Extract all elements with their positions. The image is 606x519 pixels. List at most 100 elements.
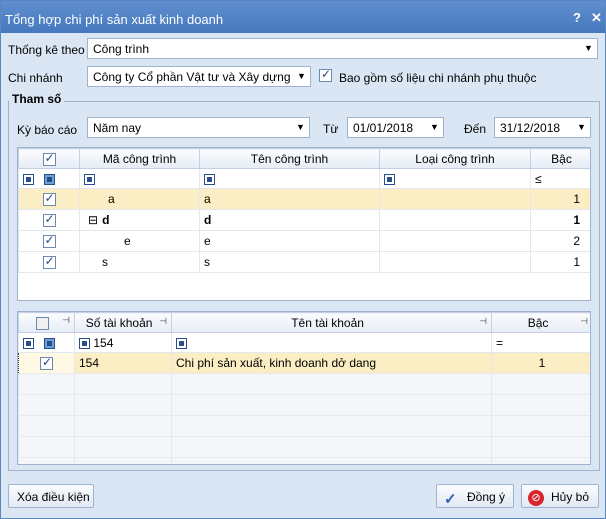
- account-filter-value[interactable]: 154: [93, 336, 113, 350]
- account-grid[interactable]: ⊣ Số tài khoản ⊣ Tên tài khoản ⊣ Bậc ⊣ 154 …: [17, 311, 591, 465]
- period-select[interactable]: Năm nay ▼: [87, 117, 310, 138]
- table-row[interactable]: e e 2: [18, 230, 590, 252]
- filter-icon[interactable]: [44, 337, 56, 349]
- col-account-level[interactable]: Bậc ⊣: [491, 312, 590, 333]
- level-filter-operator[interactable]: =: [496, 336, 503, 350]
- cancel-icon: ⊘: [528, 490, 544, 506]
- branch-label: Chi nhánh: [8, 71, 63, 85]
- filter-icon[interactable]: [384, 173, 395, 185]
- statistic-by-select[interactable]: Công trình ▼: [87, 38, 598, 59]
- row-checkbox[interactable]: [40, 355, 53, 371]
- empty-row: [18, 436, 590, 458]
- pin-icon[interactable]: ⊣: [62, 315, 70, 326]
- table-row[interactable]: s s 1: [18, 251, 590, 273]
- project-level: 1: [530, 209, 590, 231]
- filter-icon[interactable]: [176, 337, 187, 349]
- col-project-name[interactable]: Tên công trình: [199, 148, 380, 169]
- branch-select[interactable]: Công ty Cổ phần Vật tư và Xây dựng 36 ▼: [87, 66, 311, 87]
- statistic-by-label: Thống kê theo: [8, 43, 85, 57]
- project-type: [379, 209, 531, 231]
- help-icon[interactable]: ?: [573, 10, 581, 25]
- project-level: 1: [530, 188, 590, 210]
- report-dialog: Tổng hợp chi phí sản xuất kinh doanh ? ✕…: [0, 0, 606, 519]
- to-date-input[interactable]: 31/12/2018 ▼: [494, 117, 591, 138]
- from-date-input[interactable]: 01/01/2018 ▼: [347, 117, 444, 138]
- table-row[interactable]: ⊟ d d 1: [18, 209, 590, 231]
- project-name: a: [199, 188, 380, 210]
- col-level[interactable]: Bậc: [530, 148, 590, 169]
- dialog-title: Tổng hợp chi phí sản xuất kinh doanh: [5, 12, 224, 27]
- row-checkbox[interactable]: [42, 191, 56, 207]
- check-icon: ✓: [444, 491, 457, 508]
- empty-row: [18, 457, 590, 464]
- cancel-button[interactable]: ⊘ Hủy bỏ: [521, 484, 599, 508]
- project-code: a: [108, 192, 115, 206]
- row-checkbox[interactable]: [42, 254, 56, 270]
- project-code: e: [124, 234, 131, 248]
- period-value: Năm nay: [93, 121, 142, 135]
- project-type: [379, 251, 531, 273]
- project-type: [379, 230, 531, 252]
- pin-icon[interactable]: ⊣: [159, 316, 167, 327]
- empty-row: [18, 293, 590, 300]
- account-name: Chi phí sản xuất, kinh doanh dở dang: [171, 352, 492, 374]
- select-all-header[interactable]: [18, 148, 80, 169]
- filter-icon[interactable]: [84, 173, 95, 185]
- empty-row: [18, 415, 590, 437]
- filter-icon[interactable]: [23, 173, 34, 185]
- empty-row: [18, 394, 590, 416]
- filter-icon[interactable]: [204, 173, 215, 185]
- row-checkbox[interactable]: [42, 233, 56, 249]
- from-date-value: 01/01/2018: [353, 121, 414, 135]
- select-all-checkbox[interactable]: [42, 151, 56, 166]
- ok-button[interactable]: ✓ Đồng ý: [436, 484, 514, 508]
- close-icon[interactable]: ✕: [591, 10, 602, 26]
- chevron-down-icon[interactable]: ▼: [580, 39, 597, 58]
- col-account-number[interactable]: Số tài khoản ⊣: [74, 312, 172, 333]
- col-project-code[interactable]: Mã công trình: [79, 148, 200, 169]
- col-account-name[interactable]: Tên tài khoản ⊣: [171, 312, 492, 333]
- project-level: 1: [530, 251, 590, 273]
- pin-icon[interactable]: ⊣: [580, 316, 588, 327]
- params-group-title: Tham số: [9, 92, 65, 106]
- clear-conditions-button[interactable]: Xóa điều kiện: [8, 484, 94, 508]
- project-code: s: [102, 255, 108, 269]
- period-label: Kỳ báo cáo: [17, 123, 78, 137]
- chevron-down-icon[interactable]: ▼: [293, 67, 310, 86]
- table-row[interactable]: 154Chi phí sản xuất, kinh doanh dở dang1: [18, 352, 590, 374]
- empty-row: [18, 373, 590, 395]
- project-name: e: [199, 230, 380, 252]
- statistic-by-value: Công trình: [93, 42, 150, 56]
- filter-icon[interactable]: [23, 337, 34, 349]
- collapse-icon[interactable]: ⊟: [88, 213, 98, 227]
- project-type: [379, 188, 531, 210]
- calendar-dropdown-icon[interactable]: ▼: [573, 118, 590, 137]
- account-number: 154: [74, 352, 172, 374]
- empty-row: [18, 272, 590, 294]
- filter-row: 154 =: [18, 332, 590, 353]
- include-dependent-label: Bao gồm số liệu chi nhánh phụ thuộc: [339, 71, 537, 85]
- select-all-checkbox[interactable]: [36, 316, 50, 330]
- branch-value: Công ty Cổ phần Vật tư và Xây dựng 36: [93, 70, 308, 84]
- project-code: d: [102, 213, 110, 227]
- select-all-header[interactable]: ⊣: [18, 312, 75, 333]
- col-project-type[interactable]: Loại công trình: [379, 148, 531, 169]
- account-level: 1: [491, 352, 590, 374]
- level-filter-operator[interactable]: ≤: [535, 172, 542, 186]
- filter-icon[interactable]: [44, 173, 56, 185]
- from-label: Từ: [323, 122, 339, 136]
- project-name: d: [199, 209, 380, 231]
- pin-icon[interactable]: ⊣: [479, 316, 487, 327]
- filter-icon[interactable]: [79, 337, 90, 349]
- project-name: s: [199, 251, 380, 273]
- project-grid[interactable]: Mã công trình Tên công trình Loại công t…: [17, 147, 591, 301]
- row-checkbox[interactable]: [42, 212, 56, 228]
- table-row[interactable]: a a 1: [18, 188, 590, 210]
- include-dependent-checkbox[interactable]: [319, 67, 332, 82]
- filter-row: ≤: [18, 168, 590, 189]
- project-level: 2: [530, 230, 590, 252]
- chevron-down-icon[interactable]: ▼: [292, 118, 309, 137]
- calendar-dropdown-icon[interactable]: ▼: [426, 118, 443, 137]
- title-bar: Tổng hợp chi phí sản xuất kinh doanh ? ✕: [1, 1, 605, 33]
- to-date-value: 31/12/2018: [500, 121, 561, 135]
